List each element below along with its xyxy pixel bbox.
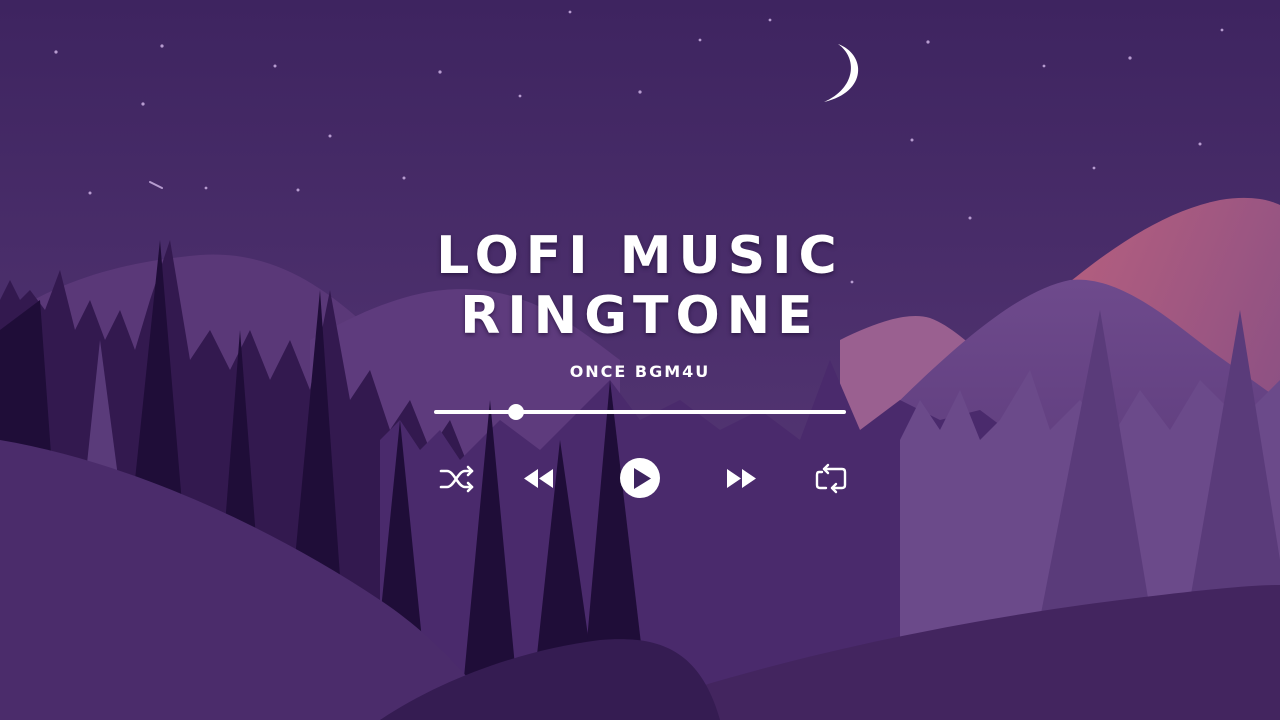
play-icon[interactable] [620,458,660,498]
progress-bar[interactable] [434,404,846,420]
rewind-icon[interactable] [518,462,558,496]
night-landscape-background [0,0,1280,720]
fast-forward-icon[interactable] [722,462,762,496]
title-line-1: LOFI MUSIC [436,226,844,286]
repeat-icon[interactable] [812,462,852,496]
shuffle-icon[interactable] [436,462,476,496]
lofi-scene: LOFI MUSIC RINGTONE ONCE BGM4U [0,0,1280,720]
progress-track[interactable] [434,410,846,414]
title-line-2: RINGTONE [460,286,820,346]
artist-name: ONCE BGM4U [569,362,711,381]
